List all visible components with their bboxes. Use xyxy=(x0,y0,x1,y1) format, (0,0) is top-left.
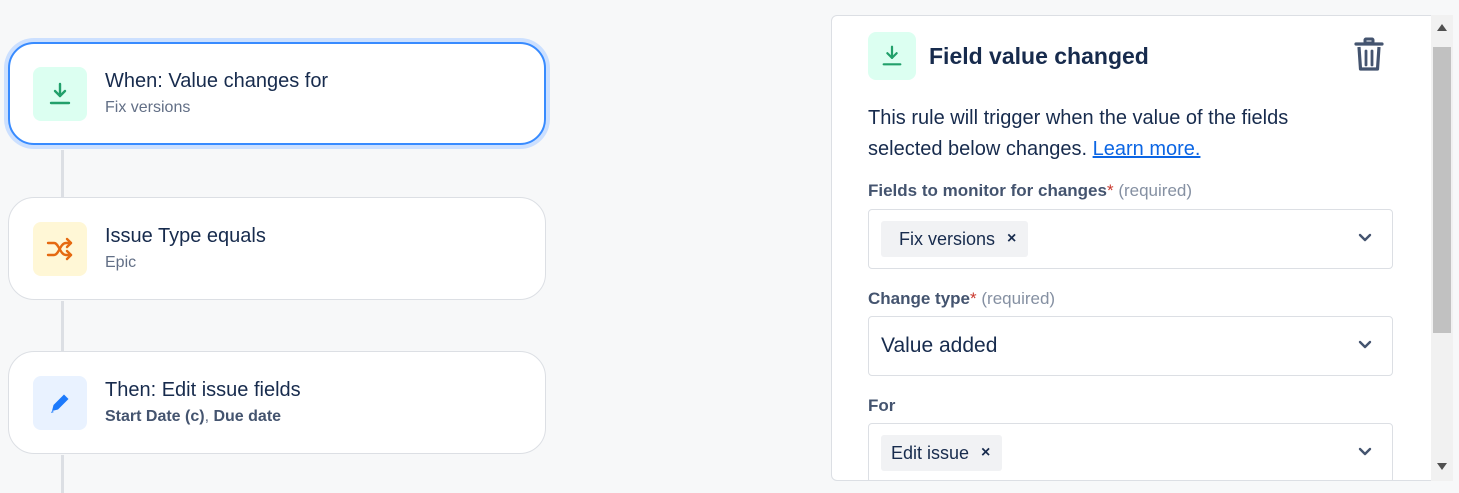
condition-card-subtitle: Epic xyxy=(105,254,137,271)
pencil-icon xyxy=(33,375,87,430)
chip-remove-icon[interactable]: × xyxy=(1007,230,1016,248)
learn-more-link[interactable]: Learn more. xyxy=(1093,138,1201,160)
monitor-field-chip-label: Fix versions xyxy=(899,228,996,249)
flow-connector xyxy=(61,301,64,352)
chevron-down-icon[interactable] xyxy=(1358,340,1372,350)
action-card-title: Then: Edit issue fields xyxy=(105,379,301,401)
change-type-label: Change type* (required) xyxy=(868,289,1055,309)
for-select[interactable]: Edit issue × xyxy=(868,423,1393,480)
action-field-due-date: Due date xyxy=(213,408,282,425)
shuffle-condition-icon xyxy=(33,221,87,276)
field-change-trigger-icon xyxy=(868,32,916,80)
condition-card[interactable]: Issue Type equals Epic xyxy=(8,197,546,300)
trigger-card[interactable]: When: Value changes for Fix versions xyxy=(8,42,546,145)
action-card[interactable]: Then: Edit issue fields Start Date (c), … xyxy=(8,351,546,454)
panel-description-text: This rule will trigger when the value of… xyxy=(868,107,1289,160)
chevron-down-icon[interactable] xyxy=(1358,447,1372,457)
monitor-field-chip: Fix versions × xyxy=(881,221,1029,257)
monitor-fields-label-text: Fields to monitor for changes xyxy=(868,181,1107,200)
config-panel: Field value changed This rule will trigg… xyxy=(831,15,1451,481)
scroll-down-arrow-icon[interactable] xyxy=(1437,463,1447,470)
change-type-value: Value added xyxy=(881,334,998,357)
flow-connector xyxy=(61,455,64,493)
for-chip-label: Edit issue xyxy=(891,442,970,463)
for-chip: Edit issue × xyxy=(881,435,1003,471)
flow-connector xyxy=(61,150,64,198)
chip-remove-icon[interactable]: × xyxy=(981,444,990,462)
scrollbar-thumb[interactable] xyxy=(1433,47,1451,333)
field-change-trigger-icon xyxy=(33,66,87,121)
change-type-select[interactable]: Value added xyxy=(868,316,1393,376)
chevron-down-icon[interactable] xyxy=(1358,233,1372,243)
action-field-start-date: Start Date (c) xyxy=(105,408,205,425)
required-hint: (required) xyxy=(1118,181,1193,200)
scroll-up-arrow-icon[interactable] xyxy=(1437,24,1447,31)
trigger-card-subtitle: Fix versions xyxy=(105,99,191,116)
panel-scrollbar[interactable] xyxy=(1431,15,1453,481)
panel-description: This rule will trigger when the value of… xyxy=(868,103,1348,165)
trash-icon[interactable] xyxy=(1353,37,1385,78)
action-card-subtitle: Start Date (c), Due date xyxy=(105,406,301,428)
trigger-card-title: When: Value changes for xyxy=(105,70,329,92)
required-mark: * xyxy=(970,289,977,308)
monitor-fields-label: Fields to monitor for changes* (required… xyxy=(868,181,1192,201)
panel-title: Field value changed xyxy=(929,42,1149,69)
condition-card-title: Issue Type equals xyxy=(105,225,266,247)
required-mark: * xyxy=(1106,181,1114,200)
for-label: For xyxy=(868,396,896,415)
monitor-fields-select[interactable]: Fix versions × xyxy=(868,209,1393,269)
change-type-label-text: Change type xyxy=(868,289,971,308)
required-hint: (required) xyxy=(981,289,1056,308)
